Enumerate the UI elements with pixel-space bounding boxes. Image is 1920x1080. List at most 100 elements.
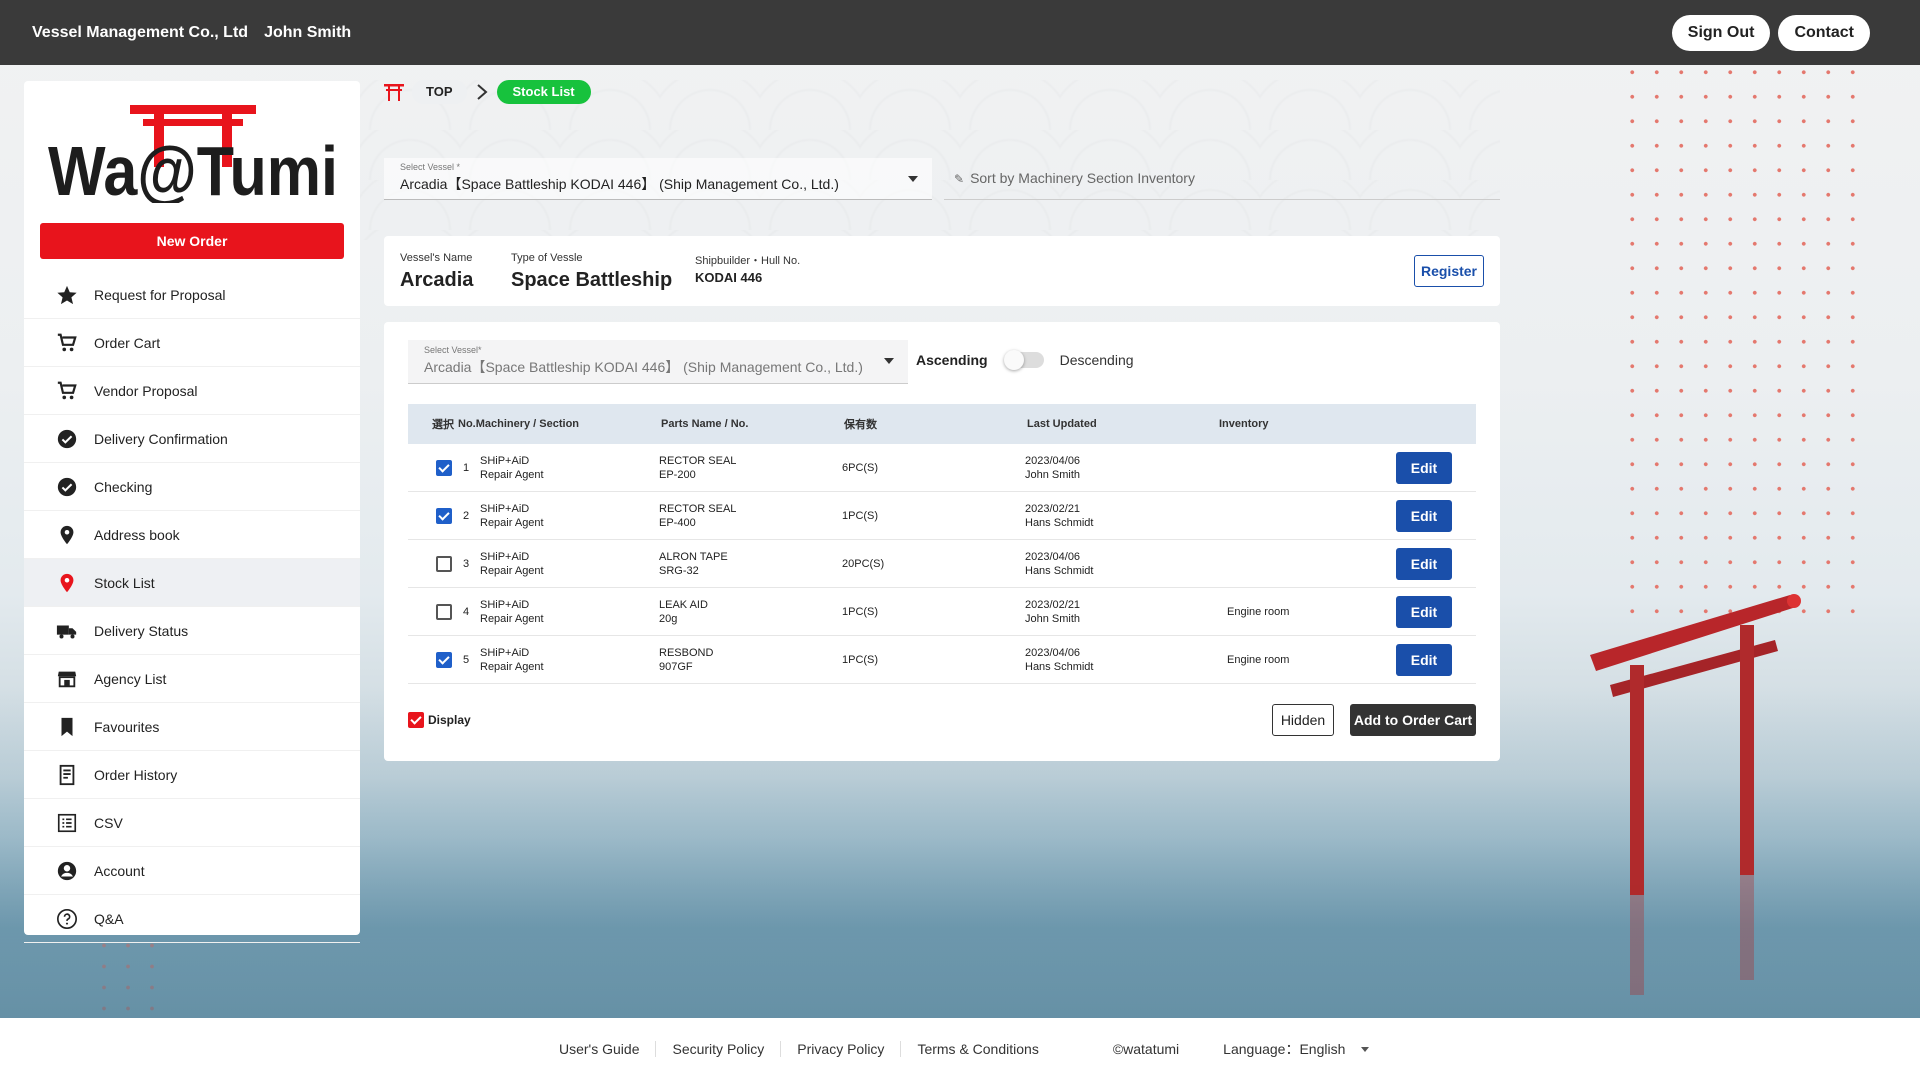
sidebar-item-agency-list[interactable]: Agency List — [24, 655, 360, 703]
cart-icon — [56, 332, 78, 354]
sidebar-item-label: Account — [94, 862, 145, 879]
sidebar-item-favourites[interactable]: Favourites — [24, 703, 360, 751]
edit-button[interactable]: Edit — [1396, 451, 1452, 484]
sidebar: Wa@Tumi New Order Request for Proposal O… — [24, 81, 360, 943]
sidebar-item-order-history[interactable]: Order History — [24, 751, 360, 799]
col-inventory: Inventory — [1219, 418, 1269, 430]
footer-link-privacy-policy[interactable]: Privacy Policy — [781, 1041, 902, 1057]
sidebar-item-label: Favourites — [94, 718, 160, 735]
updated-by: John Smith — [1025, 612, 1081, 625]
sort-order-switch[interactable] — [1003, 350, 1044, 370]
part-name: RESBOND — [659, 646, 714, 659]
updated-date: 2023/04/06 — [1025, 646, 1081, 659]
sidebar-item-stock-list[interactable]: Stock List — [24, 559, 360, 607]
sidebar-item-account[interactable]: Account — [24, 847, 360, 895]
account-icon — [56, 860, 78, 882]
edit-button[interactable]: Edit — [1396, 499, 1452, 532]
row-checkbox[interactable] — [436, 459, 452, 476]
sign-out-button[interactable]: Sign Out — [1671, 14, 1771, 51]
sidebar-item-qa[interactable]: Q&A — [24, 895, 360, 943]
register-button[interactable]: Register — [1414, 255, 1484, 287]
sidebar-item-address-book[interactable]: Address book — [24, 511, 360, 559]
hidden-button[interactable]: Hidden — [1272, 704, 1334, 736]
new-order-button[interactable]: New Order — [40, 223, 344, 259]
footer-link-terms[interactable]: Terms & Conditions — [901, 1041, 1054, 1057]
vessel-select[interactable]: Select Vessel * Arcadia【Space Battleship… — [384, 158, 932, 200]
sidebar-item-delivery-status[interactable]: Delivery Status — [24, 607, 360, 655]
edit-button[interactable]: Edit — [1396, 643, 1452, 676]
col-last-updated: Last Updated — [1027, 418, 1097, 430]
store-icon — [56, 668, 78, 690]
stock-vessel-select[interactable]: Select Vessel* Arcadia【Space Battleship … — [408, 340, 908, 384]
sidebar-item-label: Order History — [94, 766, 178, 783]
display-checkbox[interactable] — [408, 712, 424, 728]
col-quantity: 保有数 — [844, 419, 877, 431]
shipbuilder-label: Shipbuilder・Hull No. — [695, 255, 801, 267]
sort-by-input[interactable]: ✎ Sort by Machinery Section Inventory — [944, 158, 1500, 200]
sidebar-item-request-for-proposal[interactable]: Request for Proposal — [24, 271, 360, 319]
truck-icon — [56, 620, 78, 642]
copyright: ©watatumi — [1112, 1041, 1180, 1057]
row-number: 2 — [462, 509, 470, 522]
vessel-name-block: Vessel's Name Arcadia — [400, 252, 473, 292]
cart-icon — [56, 380, 78, 402]
shipbuilder-hull-no: KODAI 446 — [695, 270, 763, 285]
bookmark-icon — [56, 716, 78, 738]
chevron-down-icon — [1361, 1046, 1370, 1052]
part-number: 20g — [659, 612, 678, 625]
vessel-name-label: Vessel's Name — [400, 252, 473, 264]
edit-button[interactable]: Edit — [1396, 547, 1452, 580]
sidebar-item-label: Request for Proposal — [94, 286, 226, 303]
sidebar-item-vendor-proposal[interactable]: Vendor Proposal — [24, 367, 360, 415]
location-pin-icon — [56, 572, 78, 594]
sidebar-item-label: Checking — [94, 478, 153, 495]
sidebar-item-checking[interactable]: Checking — [24, 463, 360, 511]
row-number: 5 — [462, 653, 470, 666]
inventory-location: Engine room — [1227, 605, 1290, 618]
updated-by: Hans Schmidt — [1025, 660, 1094, 673]
pencil-icon: ✎ — [954, 172, 965, 186]
row-checkbox[interactable] — [436, 507, 452, 524]
breadcrumb-top-link[interactable]: TOP — [412, 80, 467, 104]
footer-link-security-policy[interactable]: Security Policy — [656, 1041, 782, 1057]
machinery-section: Repair Agent — [480, 468, 544, 481]
vessel-type-label: Type of Vessle — [511, 252, 583, 264]
display-label: Display — [428, 713, 471, 727]
shipbuilder-block: Shipbuilder・Hull No. KODAI 446 — [695, 252, 800, 285]
display-option[interactable]: Display — [408, 712, 471, 728]
footer: User's Guide Security Policy Privacy Pol… — [0, 1018, 1920, 1080]
updated-date: 2023/02/21 — [1025, 502, 1081, 515]
table-row: 5 SHiP+AiD Repair Agent RESBOND 907GF 1PC(… — [408, 636, 1476, 684]
stock-list-card: Select Vessel* Arcadia【Space Battleship … — [384, 322, 1500, 761]
part-name: LEAK AID — [659, 598, 708, 611]
footer-link-users-guide[interactable]: User's Guide — [559, 1041, 657, 1057]
sort-by-placeholder: Sort by Machinery Section Inventory — [970, 170, 1195, 186]
sidebar-item-delivery-confirmation[interactable]: Delivery Confirmation — [24, 415, 360, 463]
part-number: EP-400 — [659, 516, 696, 529]
sidebar-item-csv[interactable]: CSV — [24, 799, 360, 847]
top-bar: Vessel Management Co., Ltd John Smith Si… — [0, 0, 1920, 65]
sidebar-item-label: Vendor Proposal — [94, 382, 198, 399]
sidebar-item-label: Stock List — [94, 574, 155, 591]
descending-label: Descending — [1059, 352, 1134, 368]
part-name: RECTOR SEAL — [659, 502, 737, 515]
language-select[interactable]: Language：English — [1223, 1039, 1345, 1059]
sidebar-item-order-cart[interactable]: Order Cart — [24, 319, 360, 367]
part-name: ALRON TAPE — [659, 550, 728, 563]
updated-date: 2023/04/06 — [1025, 454, 1081, 467]
add-to-order-cart-button[interactable]: Add to Order Cart — [1350, 704, 1476, 736]
contact-button[interactable]: Contact — [1778, 14, 1870, 51]
machinery-name: SHiP+AiD — [480, 646, 530, 659]
row-checkbox[interactable] — [436, 555, 452, 572]
row-checkbox[interactable] — [436, 651, 452, 668]
quantity: 6PC(S) — [842, 461, 879, 474]
edit-button[interactable]: Edit — [1396, 595, 1452, 628]
part-name: RECTOR SEAL — [659, 454, 737, 467]
check-circle-icon — [56, 428, 78, 450]
machinery-name: SHiP+AiD — [480, 502, 530, 515]
torii-icon — [384, 84, 404, 101]
torii-gate-illustration — [1590, 594, 1801, 995]
row-checkbox[interactable] — [436, 603, 452, 620]
col-machinery: No.Machinery / Section — [458, 418, 580, 430]
updated-by: Hans Schmidt — [1025, 564, 1094, 577]
